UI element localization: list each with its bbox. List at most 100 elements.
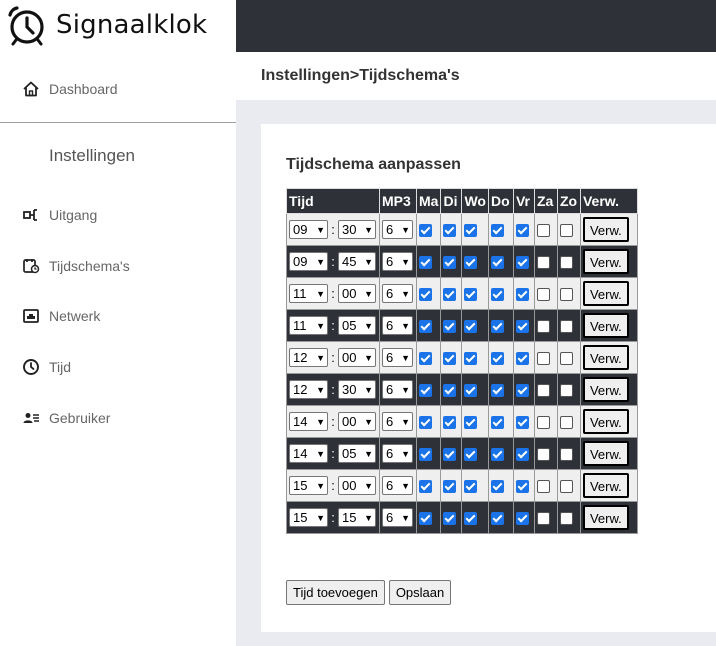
- day-checkbox-do[interactable]: [490, 448, 504, 462]
- day-checkbox-do[interactable]: [490, 512, 504, 526]
- day-checkbox-wo[interactable]: [464, 512, 478, 526]
- hour-select[interactable]: 12 ▼: [289, 380, 328, 399]
- mp3-select[interactable]: 6 ▼: [382, 444, 413, 463]
- delete-button[interactable]: Verw.: [582, 377, 629, 402]
- day-checkbox-di[interactable]: [443, 416, 457, 430]
- delete-button[interactable]: Verw.: [582, 441, 629, 466]
- hour-select[interactable]: 14 ▼: [289, 444, 328, 463]
- sidebar-item-netwerk[interactable]: Netwerk: [22, 307, 100, 325]
- day-checkbox-za[interactable]: [536, 480, 550, 494]
- day-checkbox-ma[interactable]: [419, 288, 432, 302]
- day-checkbox-wo[interactable]: [464, 320, 478, 334]
- minute-select[interactable]: 45 ▼: [338, 252, 376, 271]
- day-checkbox-do[interactable]: [490, 224, 504, 238]
- mp3-select[interactable]: 6 ▼: [382, 348, 413, 367]
- delete-button[interactable]: Verw.: [582, 473, 629, 498]
- hour-select[interactable]: 09 ▼: [289, 252, 328, 271]
- day-checkbox-zo[interactable]: [559, 448, 573, 462]
- day-checkbox-di[interactable]: [443, 352, 457, 366]
- day-checkbox-wo[interactable]: [464, 384, 478, 398]
- day-checkbox-ma[interactable]: [419, 352, 432, 366]
- day-checkbox-vr[interactable]: [515, 416, 529, 430]
- day-checkbox-di[interactable]: [443, 224, 457, 238]
- day-checkbox-wo[interactable]: [464, 352, 478, 366]
- day-checkbox-za[interactable]: [536, 288, 550, 302]
- mp3-select[interactable]: 6 ▼: [382, 476, 413, 495]
- day-checkbox-vr[interactable]: [515, 288, 529, 302]
- day-checkbox-di[interactable]: [443, 320, 457, 334]
- day-checkbox-ma[interactable]: [419, 384, 432, 398]
- day-checkbox-di[interactable]: [443, 384, 457, 398]
- day-checkbox-do[interactable]: [490, 416, 504, 430]
- hour-select[interactable]: 11 ▼: [289, 316, 328, 335]
- day-checkbox-do[interactable]: [490, 480, 504, 494]
- day-checkbox-do[interactable]: [490, 320, 504, 334]
- hour-select[interactable]: 12 ▼: [289, 348, 328, 367]
- day-checkbox-za[interactable]: [536, 352, 550, 366]
- sidebar-item-dashboard[interactable]: Dashboard: [22, 80, 118, 98]
- day-checkbox-wo[interactable]: [464, 416, 478, 430]
- day-checkbox-di[interactable]: [443, 256, 457, 270]
- day-checkbox-wo[interactable]: [464, 224, 478, 238]
- delete-button[interactable]: Verw.: [582, 313, 629, 338]
- minute-select[interactable]: 00 ▼: [338, 348, 376, 367]
- day-checkbox-vr[interactable]: [515, 224, 529, 238]
- day-checkbox-zo[interactable]: [559, 416, 573, 430]
- add-time-button[interactable]: Tijd toevoegen: [286, 580, 385, 605]
- minute-select[interactable]: 00 ▼: [338, 412, 376, 431]
- day-checkbox-za[interactable]: [536, 224, 550, 238]
- day-checkbox-vr[interactable]: [515, 512, 529, 526]
- mp3-select[interactable]: 6 ▼: [382, 380, 413, 399]
- sidebar-item-uitgang[interactable]: Uitgang: [22, 206, 97, 224]
- day-checkbox-zo[interactable]: [559, 384, 573, 398]
- day-checkbox-wo[interactable]: [464, 480, 478, 494]
- mp3-select[interactable]: 6 ▼: [382, 316, 413, 335]
- day-checkbox-vr[interactable]: [515, 384, 529, 398]
- day-checkbox-za[interactable]: [536, 384, 550, 398]
- day-checkbox-ma[interactable]: [419, 480, 432, 494]
- minute-select[interactable]: 05 ▼: [338, 316, 376, 335]
- day-checkbox-do[interactable]: [490, 352, 504, 366]
- hour-select[interactable]: 15 ▼: [289, 476, 328, 495]
- day-checkbox-ma[interactable]: [419, 224, 432, 238]
- minute-select[interactable]: 30 ▼: [338, 220, 376, 239]
- hour-select[interactable]: 15 ▼: [289, 508, 328, 527]
- day-checkbox-ma[interactable]: [419, 448, 432, 462]
- day-checkbox-za[interactable]: [536, 320, 550, 334]
- minute-select[interactable]: 00 ▼: [338, 476, 376, 495]
- sidebar-item-tijdschemas[interactable]: Tijdschema's: [22, 257, 130, 275]
- day-checkbox-vr[interactable]: [515, 448, 529, 462]
- day-checkbox-zo[interactable]: [559, 224, 573, 238]
- day-checkbox-vr[interactable]: [515, 256, 529, 270]
- save-button[interactable]: Opslaan: [388, 580, 452, 605]
- mp3-select[interactable]: 6 ▼: [382, 412, 413, 431]
- day-checkbox-vr[interactable]: [515, 352, 529, 366]
- mp3-select[interactable]: 6 ▼: [382, 220, 413, 239]
- hour-select[interactable]: 14 ▼: [289, 412, 328, 431]
- day-checkbox-za[interactable]: [536, 448, 550, 462]
- mp3-select[interactable]: 6 ▼: [382, 508, 413, 527]
- day-checkbox-ma[interactable]: [419, 256, 432, 270]
- day-checkbox-di[interactable]: [443, 448, 457, 462]
- sidebar-item-gebruiker[interactable]: Gebruiker: [22, 409, 110, 427]
- day-checkbox-za[interactable]: [536, 512, 550, 526]
- day-checkbox-di[interactable]: [443, 480, 457, 494]
- delete-button[interactable]: Verw.: [582, 217, 629, 242]
- minute-select[interactable]: 30 ▼: [338, 380, 376, 399]
- delete-button[interactable]: Verw.: [582, 281, 629, 306]
- day-checkbox-wo[interactable]: [464, 256, 478, 270]
- minute-select[interactable]: 05 ▼: [338, 444, 376, 463]
- day-checkbox-ma[interactable]: [419, 512, 432, 526]
- mp3-select[interactable]: 6 ▼: [382, 284, 413, 303]
- day-checkbox-vr[interactable]: [515, 480, 529, 494]
- day-checkbox-zo[interactable]: [559, 480, 573, 494]
- day-checkbox-zo[interactable]: [559, 320, 573, 334]
- day-checkbox-do[interactable]: [490, 384, 504, 398]
- minute-select[interactable]: 00 ▼: [338, 284, 376, 303]
- delete-button[interactable]: Verw.: [582, 505, 629, 530]
- day-checkbox-zo[interactable]: [559, 288, 573, 302]
- delete-button[interactable]: Verw.: [582, 249, 629, 274]
- delete-button[interactable]: Verw.: [582, 409, 629, 434]
- day-checkbox-ma[interactable]: [419, 416, 432, 430]
- day-checkbox-ma[interactable]: [419, 320, 432, 334]
